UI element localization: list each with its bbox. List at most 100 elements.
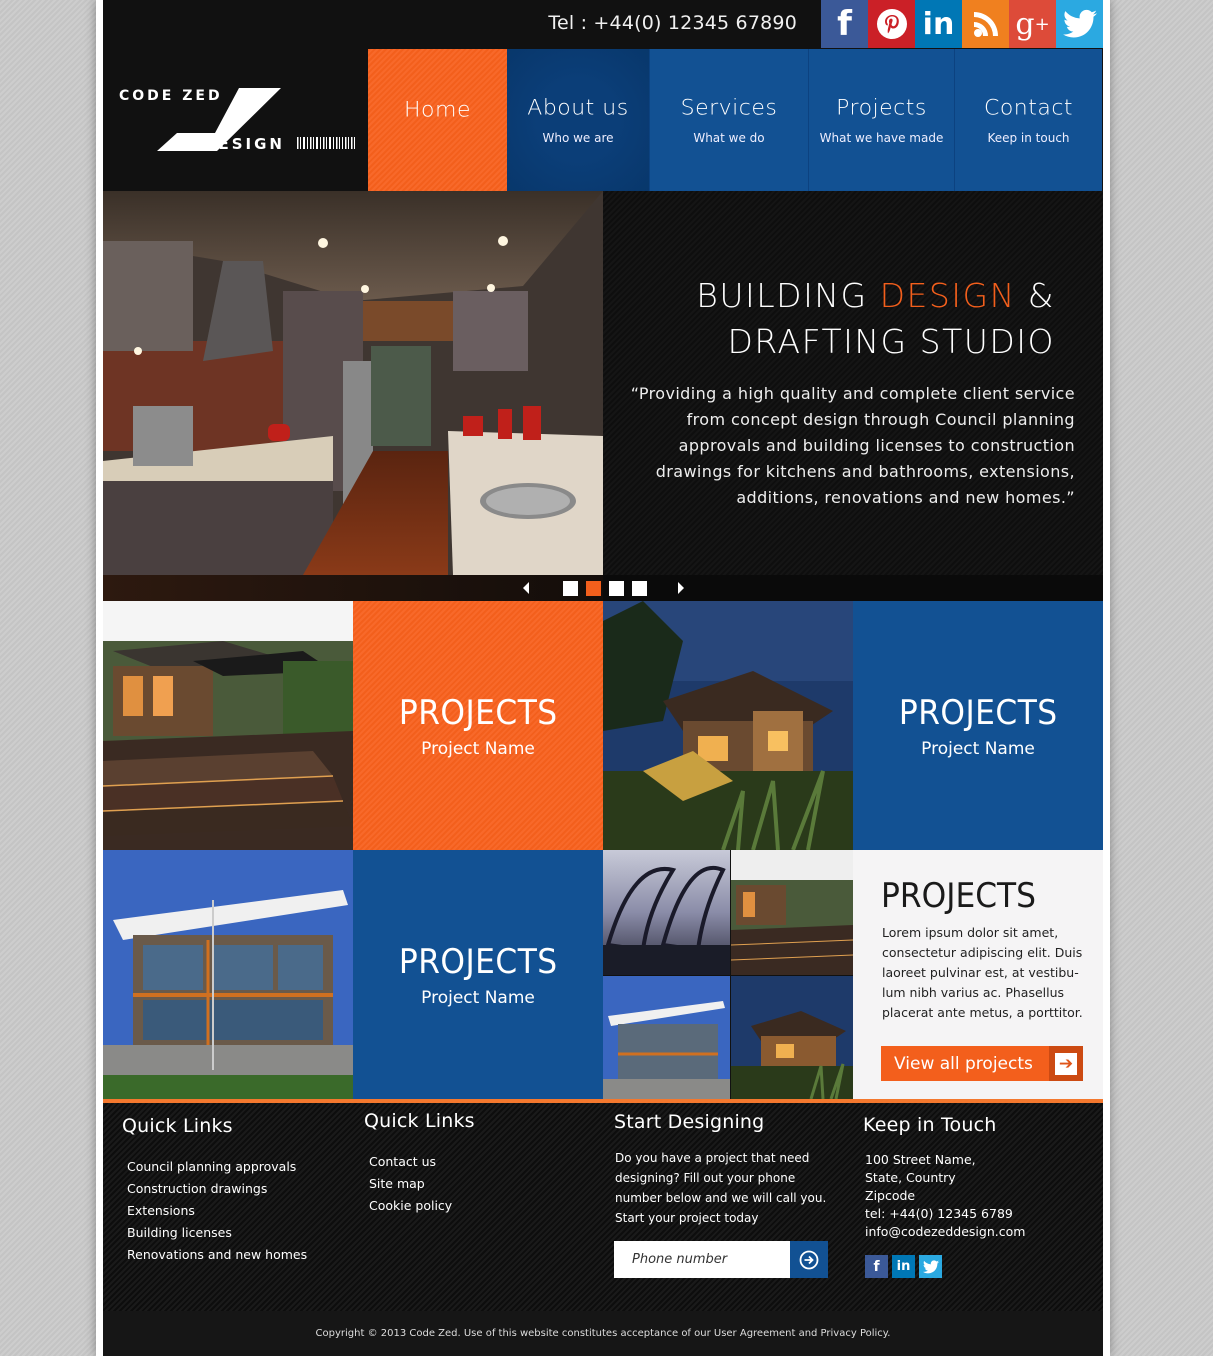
projects-grid: PROJECTS Project Name PROJECTS Project N… (103, 601, 1103, 1099)
view-all-projects-button[interactable]: View all projects ➔ (881, 1046, 1083, 1081)
footer-keep-in-touch: Keep in Touch 100 Street Name, State, Co… (863, 1103, 1025, 1241)
footer-link[interactable]: Extensions (127, 1200, 307, 1222)
project-tile-title: PROJECTS (898, 692, 1058, 733)
hero-quote: “Providing a high quality and complete c… (630, 384, 1075, 507)
nav-label: Services (680, 96, 778, 120)
footer-heading: Quick Links (122, 1115, 233, 1137)
logo-line1: CODE ZED (119, 88, 223, 104)
project-image-deck[interactable] (103, 601, 353, 850)
nav-sublabel: What we have made (819, 130, 944, 145)
footer-heading: Start Designing (614, 1111, 765, 1133)
hero-slider: BUILDING DESIGN & DRAFTING STUDIO “Provi… (103, 191, 1103, 601)
footer-link[interactable]: Cookie policy (369, 1195, 475, 1217)
google-plus-icon[interactable]: g + (1009, 0, 1056, 48)
hero-title-line2: DRAFTING STUDIO (727, 322, 1055, 361)
slide-dot-3[interactable] (609, 581, 624, 596)
view-all-projects-label: View all projects (894, 1053, 1033, 1074)
footer-link[interactable]: Site map (369, 1173, 475, 1195)
nav-label: About us (527, 96, 629, 120)
logo-line2: DESIGN (203, 135, 285, 153)
nav-label: Contact (983, 96, 1074, 120)
slide-dots (563, 581, 647, 596)
twitter-icon[interactable] (919, 1255, 942, 1278)
facebook-icon[interactable]: f (865, 1255, 888, 1278)
header: CODE ZED DESIGN Home About us Who we are… (103, 49, 1103, 191)
slide-dot-4[interactable] (632, 581, 647, 596)
project-thumbnails-collage (603, 850, 853, 1099)
nav-label: Projects (836, 96, 927, 120)
contact-email[interactable]: info@codezeddesign.com (865, 1224, 1025, 1239)
project-image-modern-house[interactable] (103, 850, 353, 1099)
hero-title-accent: DESIGN (879, 276, 1016, 315)
footer-start-designing: Start Designing Do you have a project th… (614, 1103, 834, 1228)
thumb-modern-house[interactable] (603, 976, 730, 1099)
nav-sublabel: Keep in touch (987, 130, 1070, 145)
linkedin-icon[interactable]: in (892, 1255, 915, 1278)
next-slide-arrow-icon[interactable] (678, 582, 684, 594)
info-title: PROJECTS (881, 876, 1037, 916)
prev-slide-arrow-icon[interactable] (523, 582, 529, 594)
nav-sublabel: What we do (693, 130, 765, 145)
project-tile-1[interactable]: PROJECTS Project Name (353, 601, 603, 850)
project-tile-2[interactable]: PROJECTS Project Name (853, 601, 1103, 850)
hero-title: BUILDING DESIGN & DRAFTING STUDIO (696, 273, 1055, 365)
address-line: 100 Street Name, (865, 1152, 976, 1167)
thumb-curved-building[interactable] (603, 850, 730, 975)
hero-text-panel: BUILDING DESIGN & DRAFTING STUDIO “Provi… (603, 191, 1103, 575)
arrow-right-icon: ➔ (1049, 1046, 1083, 1081)
start-designing-text: Do you have a project that need designin… (615, 1151, 827, 1225)
footer-heading: Quick Links (364, 1110, 475, 1132)
slide-dot-2[interactable] (586, 581, 601, 596)
info-text: Lorem ipsum dolor sit amet, consectetur … (882, 925, 1083, 1020)
nav-sublabel: Who we are (542, 130, 614, 145)
nav-item-projects[interactable]: Projects What we have made (809, 49, 955, 191)
rss-icon[interactable] (962, 0, 1009, 48)
project-tile-name: Project Name (921, 738, 1035, 759)
page: Tel : +44(0) 12345 67890 f in g + CODE ZE… (96, 0, 1110, 1356)
footer-link[interactable]: Contact us (369, 1151, 475, 1173)
thumb-deck[interactable] (730, 850, 853, 975)
nav-item-about[interactable]: About us Who we are (507, 49, 650, 191)
submit-phone-button[interactable] (790, 1241, 828, 1278)
copyright: Copyright © 2013 Code Zed. Use of this w… (103, 1311, 1103, 1356)
hero-title-part2: & (1015, 276, 1055, 315)
projects-info-panel: PROJECTS Lorem ipsum dolor sit amet, con… (853, 850, 1103, 1099)
project-tile-title: PROJECTS (398, 941, 558, 982)
footer-link[interactable]: Council planning approvals (127, 1156, 307, 1178)
twitter-icon[interactable] (1056, 0, 1103, 48)
phone-number-input[interactable] (614, 1241, 790, 1278)
project-tile-3[interactable]: PROJECTS Project Name (353, 850, 603, 1099)
site-wrapper: Tel : +44(0) 12345 67890 f in g + CODE ZE… (103, 0, 1103, 1356)
contact-tel: tel: +44(0) 12345 6789 (865, 1206, 1013, 1221)
pinterest-icon[interactable] (868, 0, 915, 48)
linkedin-icon[interactable]: in (915, 0, 962, 48)
slider-controls (103, 575, 1103, 601)
barcode-icon (297, 137, 355, 149)
footer-quick-links-2: Quick Links Contact us Site map Cookie p… (364, 1103, 475, 1217)
footer: Quick Links Council planning approvals C… (103, 1099, 1103, 1311)
footer-link[interactable]: Building licenses (127, 1222, 307, 1244)
phone-form (614, 1241, 828, 1278)
nav-item-contact[interactable]: Contact Keep in touch (955, 49, 1102, 191)
footer-quick-links-1: Quick Links Council planning approvals C… (122, 1103, 307, 1266)
phone-number: Tel : +44(0) 12345 67890 (548, 12, 797, 34)
address-line: Zipcode (865, 1188, 916, 1203)
project-image-house-night[interactable] (603, 601, 853, 850)
slide-dot-1[interactable] (563, 581, 578, 596)
main-nav: Home About us Who we are Services What w… (368, 49, 1102, 191)
nav-item-home[interactable]: Home (368, 49, 507, 191)
nav-label: Home (404, 98, 471, 122)
facebook-icon[interactable]: f (821, 0, 868, 48)
project-tile-title: PROJECTS (398, 692, 558, 733)
nav-item-services[interactable]: Services What we do (650, 49, 809, 191)
hero-title-part1: BUILDING (696, 276, 880, 315)
logo[interactable]: CODE ZED DESIGN (117, 85, 357, 155)
project-tile-name: Project Name (421, 987, 535, 1008)
thumb-house-night[interactable] (731, 976, 853, 1099)
footer-heading: Keep in Touch (863, 1114, 997, 1136)
footer-link[interactable]: Construction drawings (127, 1178, 307, 1200)
social-links: f in g + (821, 0, 1103, 48)
footer-link[interactable]: Renovations and new homes (127, 1244, 307, 1266)
project-tile-name: Project Name (421, 738, 535, 759)
address-line: State, Country (865, 1170, 956, 1185)
